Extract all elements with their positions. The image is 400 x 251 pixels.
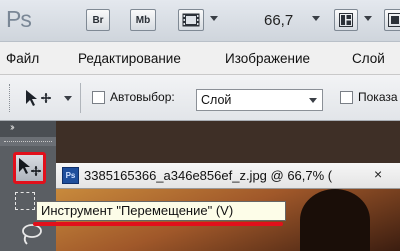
- show-transform-checkbox[interactable]: [340, 91, 353, 104]
- menu-edit[interactable]: Редактирование: [78, 51, 181, 66]
- photoshop-logo: Ps: [6, 6, 32, 32]
- separator: [80, 83, 81, 113]
- chevron-down-icon: [309, 98, 317, 103]
- tool-preset-dropdown-icon[interactable]: [64, 96, 72, 101]
- menu-image[interactable]: Изображение: [225, 51, 310, 66]
- options-bar-grip[interactable]: [9, 84, 12, 112]
- tool-preset-picker[interactable]: [24, 88, 54, 113]
- tools-panel-header[interactable]: ››: [0, 121, 56, 137]
- mini-bridge-button[interactable]: Mb: [130, 9, 156, 31]
- move-tool-icon: [19, 158, 41, 176]
- move-tool-tooltip: Инструмент "Перемещение" (V): [36, 201, 286, 221]
- close-document-icon[interactable]: ×: [374, 166, 382, 182]
- zoom-level[interactable]: 66,7: [264, 12, 293, 29]
- arrange-dropdown-icon[interactable]: [364, 16, 372, 21]
- canvas-silhouette: [300, 189, 370, 251]
- application-bar: Ps Br Mb 66,7: [0, 0, 400, 42]
- autoselect-dropdown[interactable]: Слой: [196, 89, 323, 111]
- menu-layer[interactable]: Слой: [352, 51, 385, 66]
- marquee-tool-icon[interactable]: [15, 192, 35, 210]
- autoselect-checkbox[interactable]: [92, 91, 105, 104]
- view-extras-dropdown-icon[interactable]: [210, 16, 218, 21]
- zoom-dropdown-icon[interactable]: [312, 16, 320, 21]
- photoshop-document-icon: Ps: [62, 167, 79, 184]
- arrange-documents-button[interactable]: [334, 9, 358, 31]
- menu-bar: Файл Редактирование Изображение Слой: [0, 42, 400, 75]
- bridge-button[interactable]: Br: [86, 9, 110, 31]
- arrange-icon: [339, 13, 353, 27]
- autoselect-value: Слой: [201, 93, 232, 107]
- menu-file[interactable]: Файл: [6, 51, 39, 66]
- screen-mode-button[interactable]: [384, 9, 400, 31]
- tooltip-highlight-underline: [33, 222, 283, 226]
- screen-mode-icon: [388, 13, 400, 27]
- expand-panel-icon[interactable]: ››: [10, 122, 14, 133]
- tools-panel-grip[interactable]: [0, 137, 56, 146]
- view-extras-button[interactable]: [178, 9, 204, 31]
- document-title: 3385165366_a346e856ef_z.jpg @ 66,7% (: [84, 168, 333, 183]
- document-tab[interactable]: Ps 3385165366_a346e856ef_z.jpg @ 66,7% (…: [56, 163, 400, 189]
- autoselect-label: Автовыбор:: [110, 90, 175, 104]
- move-tool-icon: [26, 90, 51, 106]
- move-tool-button[interactable]: [13, 152, 46, 184]
- show-transform-label: Показа: [358, 90, 398, 104]
- filmstrip-icon: [182, 13, 200, 27]
